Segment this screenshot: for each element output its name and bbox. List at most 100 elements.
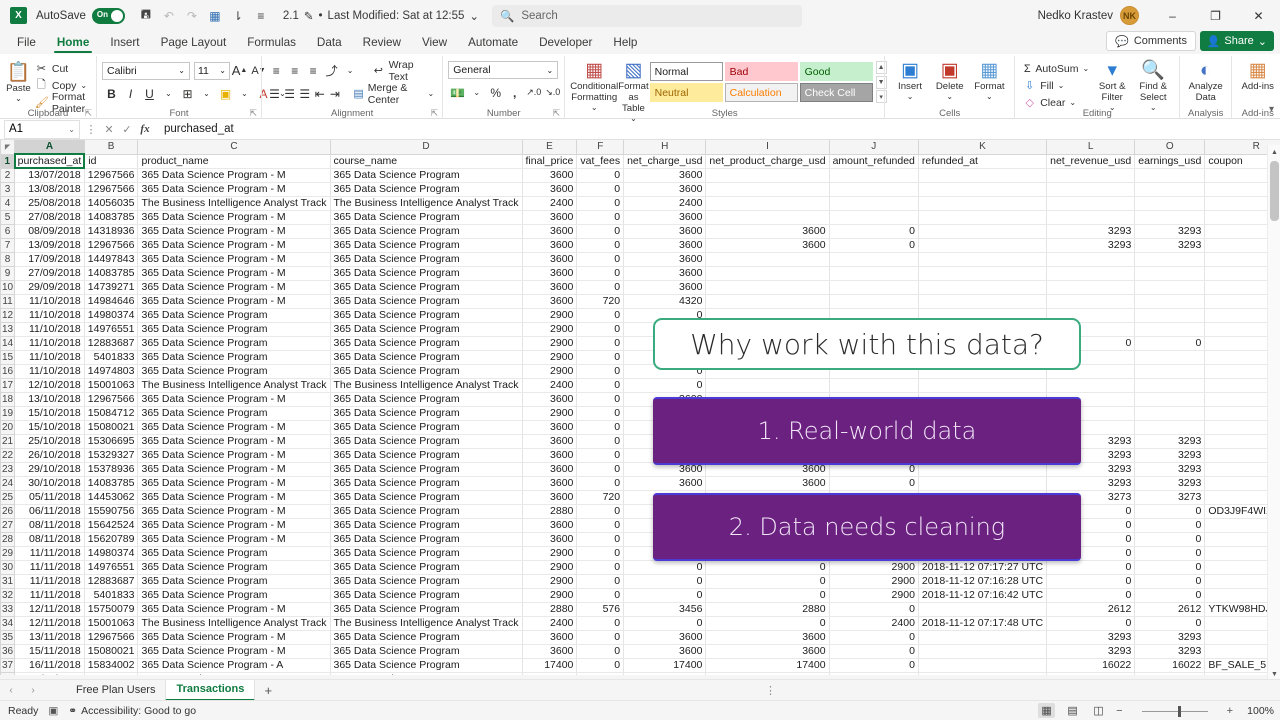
grid-cell[interactable]: 15642524 bbox=[84, 518, 139, 533]
zoom-handle[interactable] bbox=[1177, 705, 1181, 717]
grid-cell[interactable]: 3600 bbox=[522, 294, 578, 309]
row-header-25[interactable]: 25 bbox=[0, 489, 16, 505]
grid-cell[interactable]: 3600 bbox=[522, 420, 578, 435]
grid-cell[interactable]: 0 bbox=[705, 616, 830, 631]
grid-cell[interactable]: 0 bbox=[576, 364, 625, 379]
grid-cell[interactable]: 2900 bbox=[522, 574, 578, 589]
grid-cell[interactable]: 2900 bbox=[522, 560, 578, 575]
grid-cell[interactable]: 365 Data Science Program bbox=[330, 238, 523, 253]
align-bottom-button[interactable]: ≡ bbox=[304, 61, 322, 80]
grid-cell[interactable]: 0 bbox=[576, 406, 625, 421]
grid-cell[interactable] bbox=[1046, 210, 1136, 225]
column-header-A[interactable]: A bbox=[14, 140, 85, 155]
filter-icon[interactable]: ≡ bbox=[250, 5, 272, 27]
grid-cell[interactable] bbox=[705, 196, 830, 211]
grid-cell[interactable]: 26/10/2018 bbox=[14, 448, 85, 463]
fill-color-button[interactable]: ▣ bbox=[216, 84, 235, 103]
column-header-K[interactable]: K bbox=[917, 140, 1048, 155]
grid-cell[interactable]: 3293 bbox=[1134, 462, 1206, 477]
grid-cell[interactable]: 365 Data Science Program bbox=[330, 308, 523, 323]
analyze-data-button[interactable]: ◐ Analyze Data bbox=[1185, 58, 1226, 103]
chevron-down-icon[interactable]: ⌄ bbox=[341, 61, 359, 80]
grid-cell[interactable]: 2880 bbox=[705, 602, 830, 617]
orientation-button[interactable]: ⤴ bbox=[322, 61, 340, 80]
grid-cell[interactable]: 3293 bbox=[1046, 630, 1136, 645]
grid-cell[interactable]: 365 Data Science Program - M bbox=[137, 476, 331, 491]
column-header-E[interactable]: E bbox=[521, 140, 578, 155]
header-cell[interactable]: refunded_at bbox=[918, 154, 1048, 169]
table-icon[interactable]: ▦ bbox=[204, 5, 226, 27]
grid-cell[interactable]: 25/08/2018 bbox=[14, 196, 85, 211]
grid-cell[interactable]: 0 bbox=[576, 616, 625, 631]
grid-cell[interactable] bbox=[918, 210, 1048, 225]
grid-cell[interactable]: 15329327 bbox=[84, 448, 139, 463]
grid-cell[interactable]: The Business Intelligence Analyst Track bbox=[137, 616, 331, 631]
row-header-20[interactable]: 20 bbox=[0, 419, 16, 435]
grid-cell[interactable]: 13/07/2018 bbox=[14, 168, 85, 183]
grid-cell[interactable]: 365 Data Science Program bbox=[330, 294, 523, 309]
find-select-button[interactable]: 🔍 Find & Select ⌄ bbox=[1132, 58, 1174, 112]
grid-cell[interactable]: 720 bbox=[576, 490, 625, 505]
grid-cell[interactable]: 2900 bbox=[522, 322, 578, 337]
chevron-down-icon[interactable]: ⌄ bbox=[946, 92, 953, 101]
grid-cell[interactable]: 14056035 bbox=[84, 196, 139, 211]
grid-cell[interactable]: 365 Data Science Program - M bbox=[137, 392, 331, 407]
row-header-36[interactable]: 36 bbox=[0, 643, 16, 659]
grid-cell[interactable] bbox=[705, 378, 830, 393]
grid-cell[interactable]: 16022 bbox=[1134, 658, 1206, 673]
grid-cell[interactable]: 16/11/2018 bbox=[14, 658, 85, 673]
accessibility-status[interactable]: ⚭ Accessibility: Good to go bbox=[68, 705, 196, 717]
grid-cell[interactable]: 5401833 bbox=[84, 588, 139, 603]
chevron-down-icon[interactable]: ⌄ bbox=[197, 84, 216, 103]
grid-cell[interactable] bbox=[1134, 392, 1206, 407]
grid-cell[interactable]: 0 bbox=[829, 672, 919, 675]
grid-cell[interactable]: 3600 bbox=[705, 238, 830, 253]
spreadsheet-grid[interactable]: ◤ABCDEFHIJKLORUV1purchased_atidproduct_n… bbox=[0, 140, 1280, 675]
grid-cell[interactable]: 3600 bbox=[623, 252, 707, 267]
borders-button[interactable]: ⊞ bbox=[178, 84, 197, 103]
grid-cell[interactable]: 15084712 bbox=[84, 406, 139, 421]
increase-font-size-button[interactable]: A ▲ bbox=[230, 61, 249, 80]
column-header-F[interactable]: F bbox=[576, 140, 625, 155]
zoom-in-button[interactable]: + bbox=[1227, 705, 1233, 717]
grid-cell[interactable]: 3600 bbox=[522, 462, 578, 477]
grid-cell[interactable] bbox=[918, 658, 1048, 673]
grid-cell[interactable]: 0 bbox=[576, 280, 625, 295]
row-header-5[interactable]: 5 bbox=[0, 209, 16, 225]
grid-cell[interactable]: 11/10/2018 bbox=[14, 294, 85, 309]
grid-cell[interactable]: 3600 bbox=[623, 280, 707, 295]
grid-cell[interactable]: 365 Data Science Program bbox=[330, 350, 523, 365]
grid-cell[interactable]: 720 bbox=[576, 294, 625, 309]
grid-cell[interactable] bbox=[705, 210, 830, 225]
addins-button[interactable]: ▦ Add-ins bbox=[1237, 58, 1278, 92]
next-sheet-arrow[interactable]: › bbox=[22, 685, 44, 696]
grid-cell[interactable]: 15834002 bbox=[84, 658, 139, 673]
header-cell[interactable]: net_product_charge_usd bbox=[705, 154, 830, 169]
grid-cell[interactable]: 365 Data Science Program - M bbox=[137, 420, 331, 435]
grid-cell[interactable]: 365 Data Science Program bbox=[137, 406, 331, 421]
grid-cell[interactable]: 365 Data Science Program - M bbox=[137, 532, 331, 547]
grid-cell[interactable]: 365 Data Science Program bbox=[330, 448, 523, 463]
align-middle-button[interactable]: ≡ bbox=[285, 61, 303, 80]
grid-cell[interactable] bbox=[1134, 350, 1206, 365]
grid-cell[interactable]: 365 Data Science Program bbox=[330, 168, 523, 183]
grid-cell[interactable]: 0 bbox=[576, 350, 625, 365]
grid-cell[interactable]: 3600 bbox=[522, 630, 578, 645]
grid-cell[interactable]: 3600 bbox=[623, 182, 707, 197]
add-sheet-button[interactable]: + bbox=[255, 683, 281, 698]
grid-cell[interactable]: 0 bbox=[1046, 588, 1136, 603]
row-header-35[interactable]: 35 bbox=[0, 629, 16, 645]
grid-cell[interactable]: 0 bbox=[576, 182, 625, 197]
grid-cell[interactable]: 11/10/2018 bbox=[14, 322, 85, 337]
clipboard-dialog-launcher[interactable]: ⇱ bbox=[84, 108, 92, 119]
grid-cell[interactable]: 365 Data Science Program - M bbox=[137, 252, 331, 267]
grid-cell[interactable]: 3600 bbox=[522, 392, 578, 407]
select-all-corner[interactable]: ◤ bbox=[0, 140, 16, 155]
grid-cell[interactable]: 17400 bbox=[522, 658, 578, 673]
grid-cell[interactable]: 0 bbox=[576, 532, 625, 547]
chevron-down-icon[interactable]: ⌄ bbox=[427, 89, 434, 98]
paste-button[interactable]: 📋 Paste ⌄ bbox=[5, 60, 32, 103]
grid-cell[interactable]: 2880 bbox=[522, 504, 578, 519]
zoom-level[interactable]: 100% bbox=[1242, 705, 1274, 717]
column-header-D[interactable]: D bbox=[329, 140, 523, 155]
